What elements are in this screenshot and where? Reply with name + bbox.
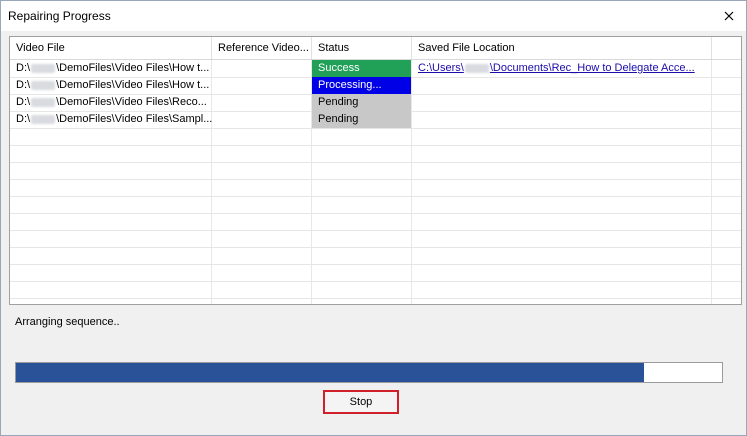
file-path-suffix: \DemoFiles\Video Files\Sampl... — [56, 113, 212, 125]
stop-button[interactable]: Stop — [323, 390, 399, 414]
close-button[interactable] — [718, 5, 740, 27]
saved-path-suffix: \Documents\Rec_How to Delegate Acce... — [489, 62, 695, 74]
table-row[interactable]: D:\ \DemoFiles\Video Files\How t... Succes… — [10, 60, 741, 78]
video-file-cell: D:\ \DemoFiles\Video Files\Reco... — [10, 94, 212, 111]
empty-row — [10, 264, 741, 282]
table-row[interactable]: D:\ \DemoFiles\Video Files\Sampl... Pendin… — [10, 111, 741, 129]
file-path-suffix: \DemoFiles\Video Files\Reco... — [56, 96, 207, 108]
empty-row — [10, 213, 741, 231]
redacted-text — [31, 63, 56, 73]
video-file-cell: D:\ \DemoFiles\Video Files\How t... — [10, 60, 212, 77]
close-icon — [724, 11, 734, 21]
redacted-text — [31, 97, 56, 107]
file-path-prefix: D:\ — [16, 79, 31, 91]
file-path-prefix: D:\ — [16, 96, 31, 108]
table-row[interactable]: D:\ \DemoFiles\Video Files\How t... Proces… — [10, 77, 741, 95]
empty-row — [10, 162, 741, 180]
repair-progress-window: Repairing Progress Video File Reference … — [0, 0, 747, 436]
saved-file-cell — [412, 77, 712, 94]
video-file-cell: D:\ \DemoFiles\Video Files\Sampl... — [10, 111, 212, 128]
status-message: Arranging sequence.. — [15, 316, 120, 328]
reference-video-cell — [212, 111, 312, 128]
column-header-reference-video[interactable]: Reference Video... — [212, 37, 312, 59]
empty-row — [10, 281, 741, 299]
column-header-status[interactable]: Status — [312, 37, 412, 59]
status-badge: Processing... — [312, 77, 411, 94]
table-row[interactable]: D:\ \DemoFiles\Video Files\Reco... Pending — [10, 94, 741, 112]
status-badge: Pending — [312, 111, 411, 128]
redacted-text — [464, 63, 489, 73]
empty-row — [10, 247, 741, 265]
column-header-video-file[interactable]: Video File — [10, 37, 212, 59]
empty-row — [10, 196, 741, 214]
empty-row — [10, 230, 741, 248]
reference-video-cell — [212, 60, 312, 77]
title-bar: Repairing Progress — [1, 1, 746, 31]
window-title: Repairing Progress — [8, 9, 111, 23]
saved-file-cell — [412, 111, 712, 128]
file-path-prefix: D:\ — [16, 62, 31, 74]
empty-row — [10, 179, 741, 197]
status-badge: Pending — [312, 94, 411, 111]
file-path-suffix: \DemoFiles\Video Files\How t... — [56, 62, 210, 74]
files-table[interactable]: Video File Reference Video... Status Sav… — [9, 36, 742, 305]
reference-video-cell — [212, 94, 312, 111]
saved-file-cell — [412, 94, 712, 111]
saved-path-prefix: C:\Users\ — [418, 62, 464, 74]
file-path-prefix: D:\ — [16, 113, 31, 125]
file-path-suffix: \DemoFiles\Video Files\How t... — [56, 79, 210, 91]
empty-row — [10, 145, 741, 163]
redacted-text — [31, 114, 56, 124]
saved-file-link[interactable]: C:\Users\ \Documents\Rec_How to Delegate … — [412, 60, 712, 77]
status-badge: Success — [312, 60, 411, 77]
empty-row — [10, 128, 741, 146]
table-header: Video File Reference Video... Status Sav… — [10, 37, 741, 60]
column-header-saved-location[interactable]: Saved File Location — [412, 37, 712, 59]
redacted-text — [31, 80, 56, 90]
reference-video-cell — [212, 77, 312, 94]
progress-bar — [15, 362, 723, 383]
video-file-cell: D:\ \DemoFiles\Video Files\How t... — [10, 77, 212, 94]
progress-fill — [16, 363, 645, 382]
